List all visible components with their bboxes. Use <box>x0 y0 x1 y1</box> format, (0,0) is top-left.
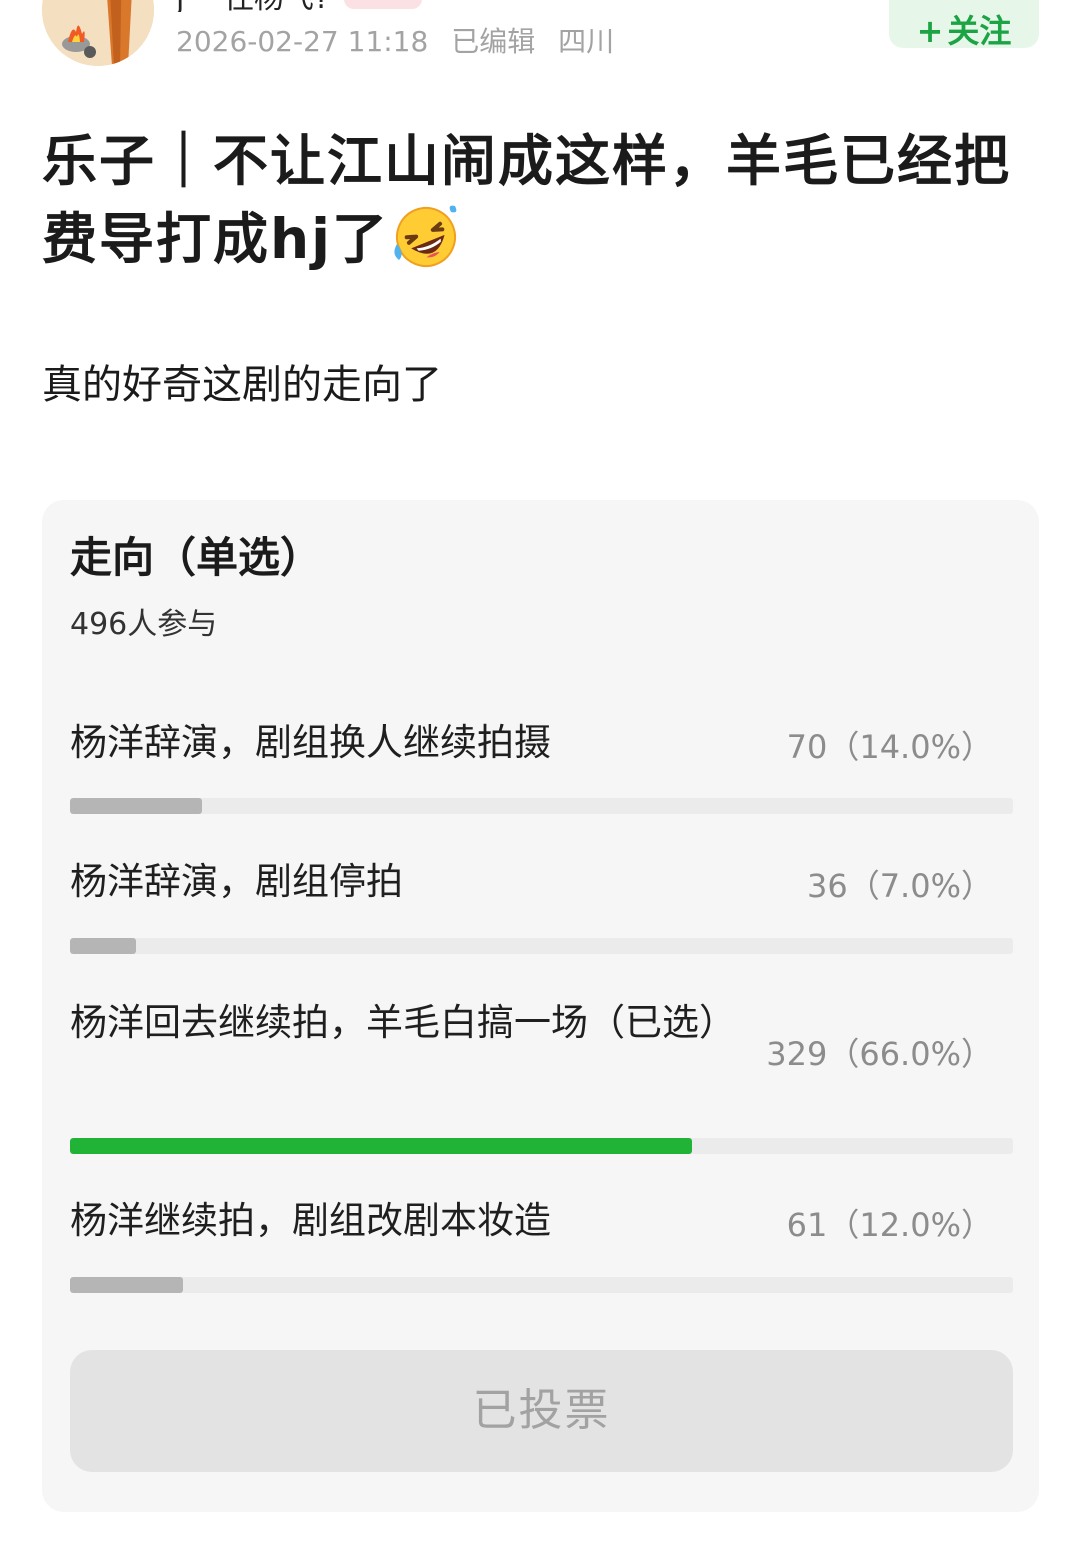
username[interactable]: j 一往杨飞? <box>176 0 330 12</box>
post-meta: 2026-02-27 11:18 已编辑 四川 <box>176 20 628 60</box>
poll-option-label: 杨洋辞演，剧组换人继续拍摄 <box>70 721 551 764</box>
poll-card: 走向（单选） 496人参与 杨洋辞演，剧组换人继续拍摄 70（14.0%） 杨洋… <box>42 500 1039 1512</box>
edited-label: 已编辑 <box>451 25 536 58</box>
poll-option-stats: 61（12.0%） <box>786 1206 993 1244</box>
laughing-emoji-icon <box>393 204 459 290</box>
poll-participant-count: 496人参与 <box>70 607 218 642</box>
poll-option-bar-track <box>70 1138 1013 1154</box>
poll-option-bar-track <box>70 1277 1013 1293</box>
poll-title: 走向（单选） <box>70 533 323 582</box>
poll-option-stats: 36（7.0%） <box>806 867 993 905</box>
post-body: 真的好奇这剧的走向了 <box>42 362 442 408</box>
poll-option-bar-track <box>70 938 1013 954</box>
plus-icon: + <box>916 12 944 50</box>
post-title: 乐子｜不让江山闹成这样，羊毛已经把费导打成hj了 <box>42 122 1032 290</box>
poll-option-bar-fill <box>70 938 136 954</box>
poll-option-bar-fill <box>70 1138 693 1154</box>
follow-button[interactable]: + 关注 <box>889 0 1039 50</box>
poll-option-selected[interactable]: 杨洋回去继续拍，羊毛白搞一场（已选） 329（66.0%） <box>70 994 1013 1154</box>
post-location: 四川 <box>558 25 615 58</box>
voted-button[interactable]: 已投票 <box>70 1350 1013 1472</box>
username-row: j 一往杨飞? <box>176 0 422 12</box>
poll-option-label: 杨洋继续拍，剧组改剧本妆造 <box>70 1199 551 1242</box>
user-avatar[interactable] <box>42 0 154 66</box>
poll-option-bar-fill <box>70 1277 184 1293</box>
poll-option[interactable]: 杨洋辞演，剧组停拍 36（7.0%） <box>70 853 1013 954</box>
poll-option-bar-fill <box>70 798 203 814</box>
post-timestamp: 2026-02-27 11:18 <box>176 25 429 58</box>
avatar-image <box>42 0 154 66</box>
poll-option-stats: 329（66.0%） <box>766 1035 993 1073</box>
poll-option[interactable]: 杨洋继续拍，剧组改剧本妆造 61（12.0%） <box>70 1192 1013 1293</box>
poll-option-label: 杨洋回去继续拍，羊毛白搞一场（已选） <box>70 1001 736 1044</box>
poll-option-bar-track <box>70 798 1013 814</box>
post-title-text: 乐子｜不让江山闹成这样，羊毛已经把费导打成hj了 <box>42 129 1012 271</box>
follow-label: 关注 <box>947 12 1012 50</box>
poll-option[interactable]: 杨洋辞演，剧组换人继续拍摄 70（14.0%） <box>70 714 1013 814</box>
poll-option-stats: 70（14.0%） <box>786 728 993 766</box>
post-header: j 一往杨飞? 2026-02-27 11:18 已编辑 四川 +关注 <box>0 0 1080 90</box>
poll-option-label: 杨洋辞演，剧组停拍 <box>70 860 403 903</box>
user-level-badge <box>343 0 422 9</box>
